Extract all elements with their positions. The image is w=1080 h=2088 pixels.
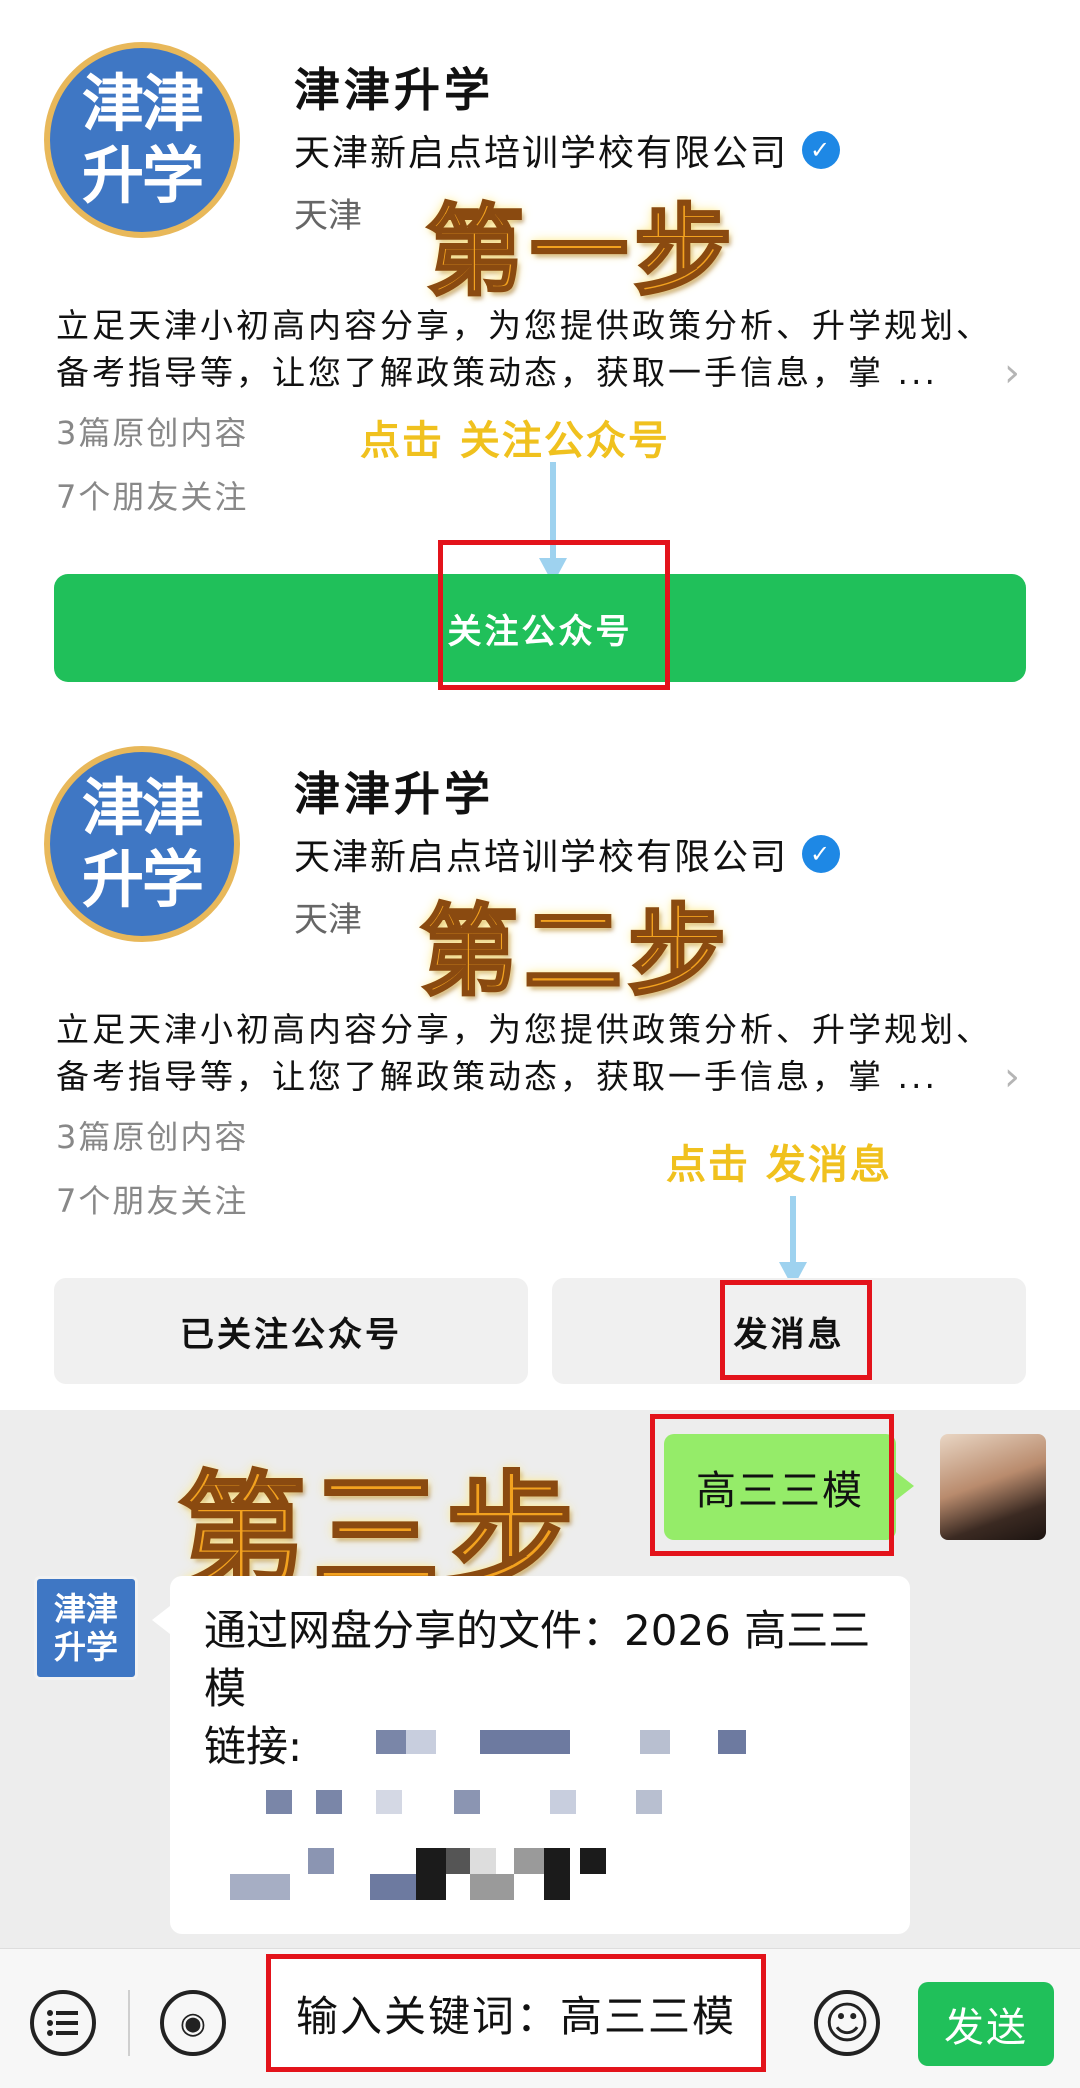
user-avatar[interactable] <box>940 1434 1046 1540</box>
account-avatar[interactable]: 津津 升学 <box>44 42 240 238</box>
avatar-text-line2: 升学 <box>53 1628 118 1666</box>
emoji-icon[interactable]: ☺ <box>814 1990 880 2056</box>
account-description[interactable]: 立足天津小初高内容分享，为您提供政策分析、升学规划、备考指导等，让您了解政策动态… <box>56 1006 1016 1100</box>
friends-following-count: 7个朋友关注 <box>56 1182 249 1220</box>
voice-input-icon[interactable]: ◉ <box>160 1990 226 2056</box>
original-content-count: 3篇原创内容 <box>56 414 249 452</box>
menu-list-icon[interactable] <box>30 1990 96 2056</box>
reply-message-bubble[interactable]: 通过网盘分享的文件：2026 高三三模 链接: <box>152 1576 910 1934</box>
account-name: 津津升学 <box>294 767 494 821</box>
menu-list-icon-graphic <box>47 2010 78 2036</box>
organization-label: 天津新启点培训学校有限公司 <box>294 133 789 174</box>
account-city: 天津 <box>294 900 362 940</box>
step-label: 第一步 <box>424 194 739 311</box>
avatar-text-line1: 津津 <box>81 771 204 844</box>
original-content-count: 3篇原创内容 <box>56 1118 249 1156</box>
avatar-text-line1: 津津 <box>81 67 204 140</box>
highlight-box <box>438 540 670 690</box>
account-description[interactable]: 立足天津小初高内容分享，为您提供政策分析、升学规划、备考指导等，让您了解政策动态… <box>56 302 1016 396</box>
highlight-box <box>720 1280 872 1380</box>
avatar-text-line1: 津津 <box>53 1590 118 1628</box>
toolbar-divider <box>128 1990 130 2056</box>
bot-avatar[interactable]: 津津 升学 <box>34 1576 138 1680</box>
reply-file-line: 通过网盘分享的文件：2026 高三三模 <box>204 1606 871 1713</box>
account-avatar[interactable]: 津津 升学 <box>44 746 240 942</box>
followed-account-button[interactable]: 已关注公众号 <box>54 1278 528 1384</box>
instruction-hint: 点击 关注公众号 <box>360 418 670 464</box>
message-input[interactable]: 输入关键词：高三三模 <box>266 1954 766 2072</box>
step-label: 第二步 <box>418 894 733 1011</box>
organization-name: 天津新启点培训学校有限公司 ✓ <box>294 124 841 176</box>
highlight-box <box>650 1414 894 1556</box>
chevron-right-icon[interactable]: › <box>1004 1054 1020 1100</box>
instruction-hint: 点击 发消息 <box>666 1142 892 1188</box>
account-name: 津津升学 <box>294 63 494 117</box>
avatar-text-line2: 升学 <box>81 843 204 916</box>
verified-icon: ✓ <box>802 131 841 169</box>
account-city: 天津 <box>294 196 362 236</box>
arrow-line <box>790 1196 796 1266</box>
friends-following-count: 7个朋友关注 <box>56 478 249 516</box>
send-button[interactable]: 发送 <box>918 1982 1054 2066</box>
verified-icon: ✓ <box>802 835 841 873</box>
avatar-text-line2: 升学 <box>81 139 204 212</box>
chevron-right-icon[interactable]: › <box>1004 350 1020 396</box>
step1-profile-card: 津津 升学 津津升学 天津新启点培训学校有限公司 ✓ 天津 第一步 立足天津小初… <box>0 0 1080 700</box>
